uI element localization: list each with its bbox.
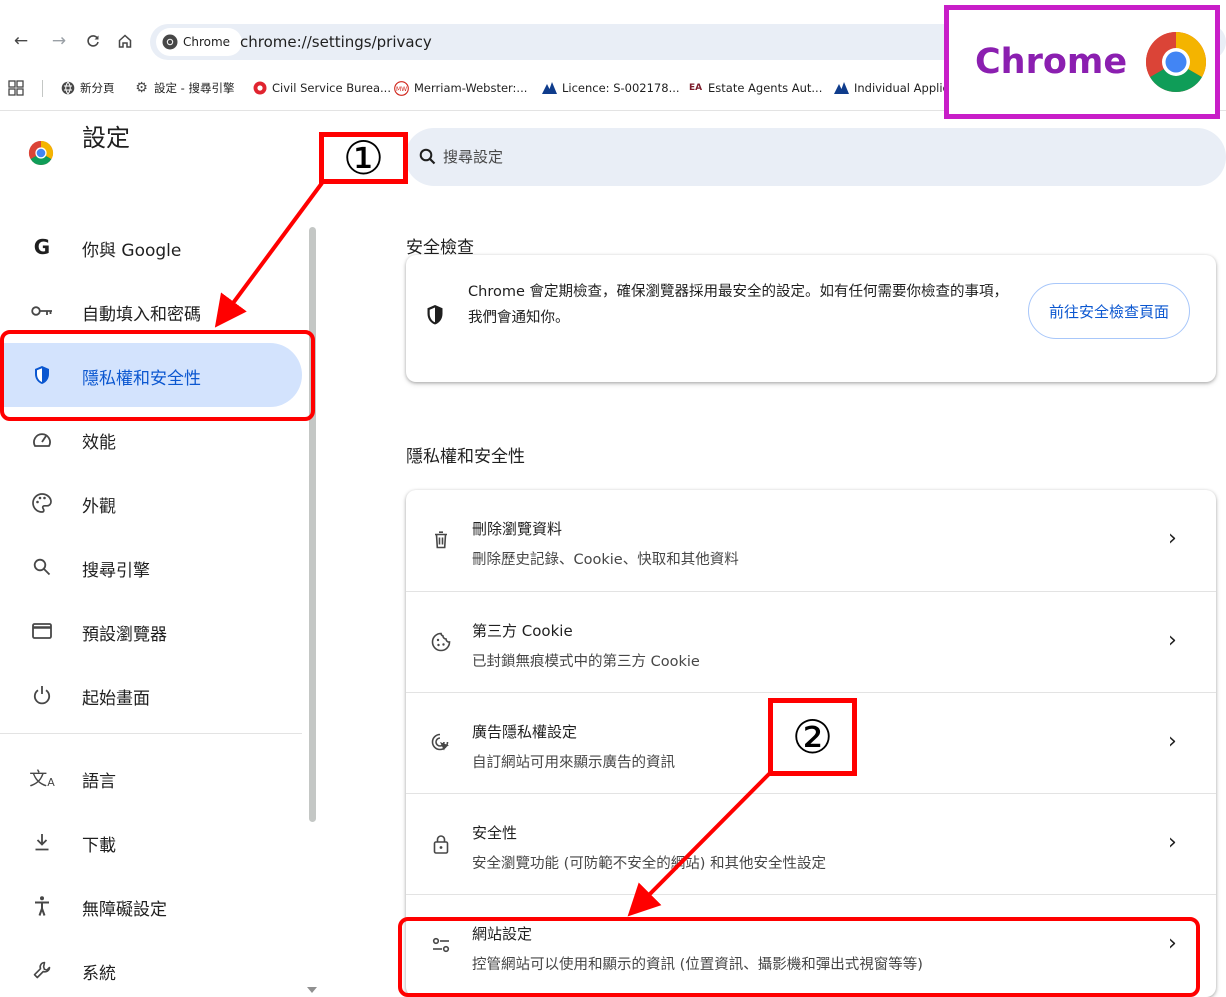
arrow-step-1 <box>214 181 324 328</box>
chrome-badge-label: Chrome <box>975 42 1128 82</box>
annotation-arrows <box>214 181 772 917</box>
arrow-step-2 <box>627 771 772 917</box>
chrome-logo-icon <box>1145 31 1207 93</box>
step-2-label: ② <box>768 698 857 776</box>
chrome-badge: Chrome <box>944 5 1220 119</box>
step-1-label: ① <box>319 131 408 185</box>
